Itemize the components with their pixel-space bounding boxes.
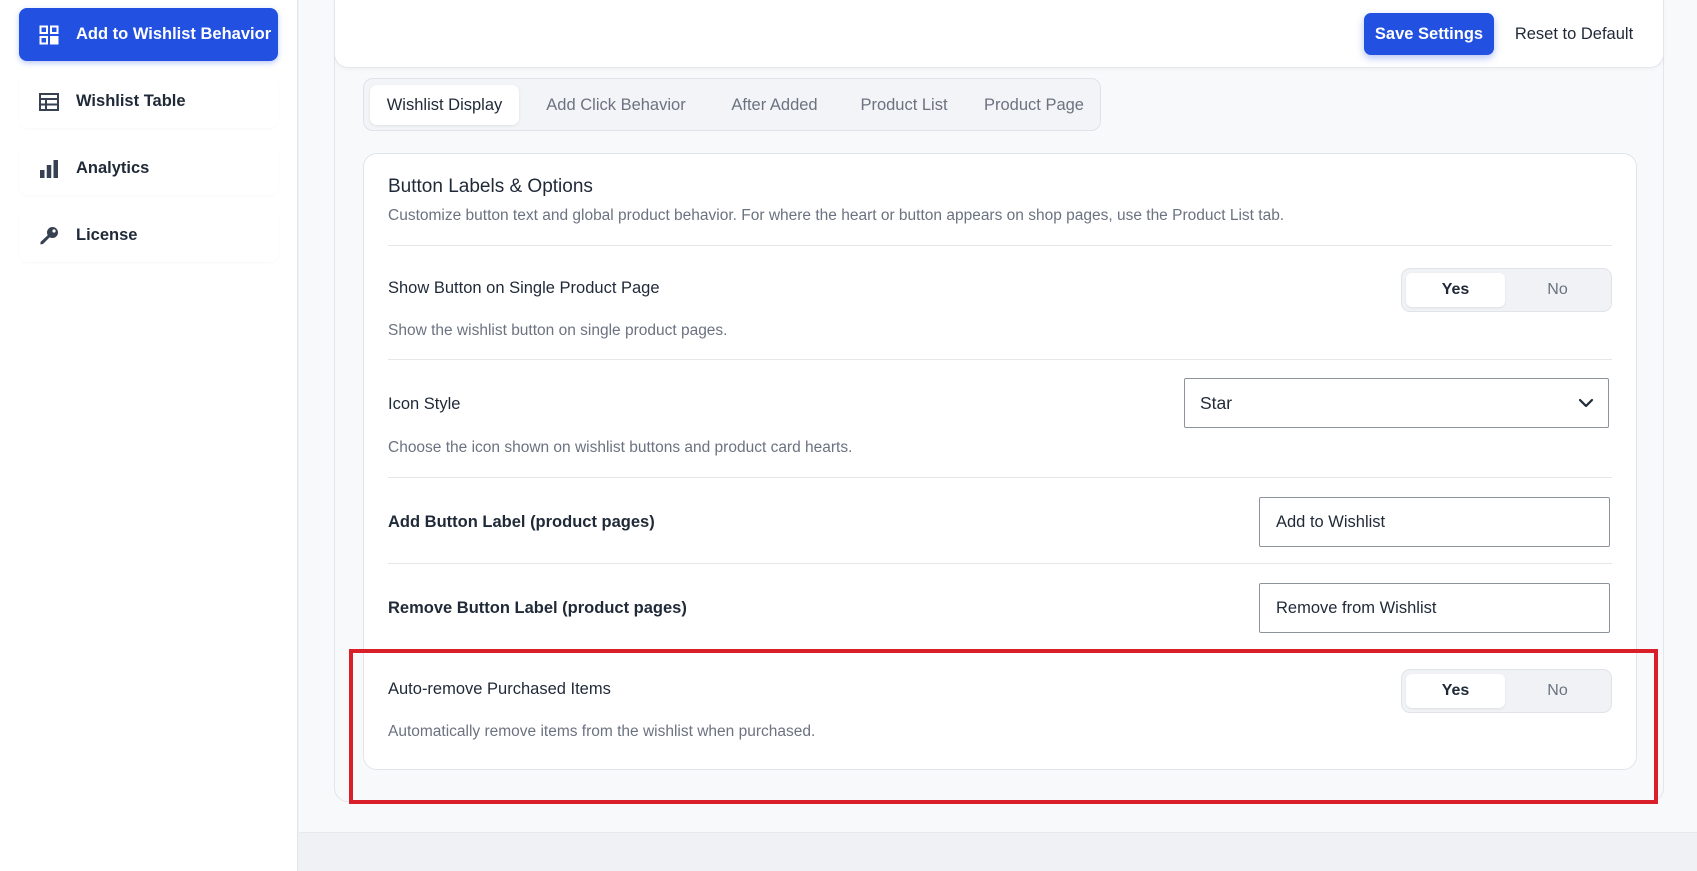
remove-button-label-input[interactable] [1259, 583, 1610, 633]
section-title: Button Labels & Options [388, 176, 593, 197]
auto-remove-toggle: Yes No [1401, 669, 1612, 713]
chevron-down-icon [1578, 395, 1594, 416]
auto-remove-no-option[interactable]: No [1508, 674, 1607, 708]
grid-icon [38, 24, 60, 46]
auto-remove-yes-option[interactable]: Yes [1406, 674, 1505, 708]
auto-remove-description: Automatically remove items from the wish… [388, 723, 816, 740]
sidebar: Add to Wishlist Behavior Wishlist Table … [0, 0, 298, 871]
sidebar-item-label: Add to Wishlist Behavior [76, 25, 272, 43]
bar-chart-icon [38, 158, 60, 180]
divider [388, 359, 1612, 360]
tab-add-click-behavior[interactable]: Add Click Behavior [526, 85, 706, 125]
sidebar-item-label: License [76, 226, 138, 244]
save-settings-button[interactable]: Save Settings [1364, 13, 1494, 55]
add-button-label-title: Add Button Label (product pages) [388, 513, 655, 531]
section-description: Customize button text and global product… [388, 207, 1285, 224]
auto-remove-label: Auto-remove Purchased Items [388, 680, 611, 698]
sidebar-item-add-to-wishlist-behavior[interactable]: Add to Wishlist Behavior [19, 8, 278, 61]
divider [388, 477, 1612, 478]
tab-wishlist-display[interactable]: Wishlist Display [370, 85, 519, 125]
reset-to-default-button[interactable]: Reset to Default [1500, 13, 1648, 55]
tab-product-page[interactable]: Product Page [972, 85, 1096, 125]
key-icon [38, 225, 60, 247]
divider [388, 563, 1612, 564]
sidebar-item-wishlist-table[interactable]: Wishlist Table [19, 75, 278, 128]
table-icon [38, 91, 60, 113]
icon-style-description: Choose the icon shown on wishlist button… [388, 439, 853, 456]
divider [388, 245, 1612, 246]
icon-style-selected-value: Star [1200, 392, 1233, 413]
tab-product-list[interactable]: Product List [843, 85, 965, 125]
main-footer-area [299, 834, 1697, 871]
settings-tabs: Wishlist Display Add Click Behavior Afte… [363, 78, 1101, 131]
add-button-label-input[interactable] [1259, 497, 1610, 547]
tab-after-added[interactable]: After Added [713, 85, 836, 125]
sidebar-item-license[interactable]: License [19, 209, 278, 262]
show-button-label: Show Button on Single Product Page [388, 279, 660, 297]
show-button-toggle: Yes No [1401, 268, 1612, 312]
remove-button-label-title: Remove Button Label (product pages) [388, 599, 687, 617]
divider [388, 649, 1612, 650]
icon-style-select[interactable]: Star [1184, 378, 1609, 428]
sidebar-item-analytics[interactable]: Analytics [19, 142, 278, 195]
icon-style-label: Icon Style [388, 395, 461, 413]
sidebar-item-label: Analytics [76, 159, 150, 177]
sidebar-item-label: Wishlist Table [76, 92, 186, 110]
show-button-yes-option[interactable]: Yes [1406, 273, 1505, 307]
show-button-no-option[interactable]: No [1508, 273, 1607, 307]
show-button-description: Show the wishlist button on single produ… [388, 322, 728, 339]
